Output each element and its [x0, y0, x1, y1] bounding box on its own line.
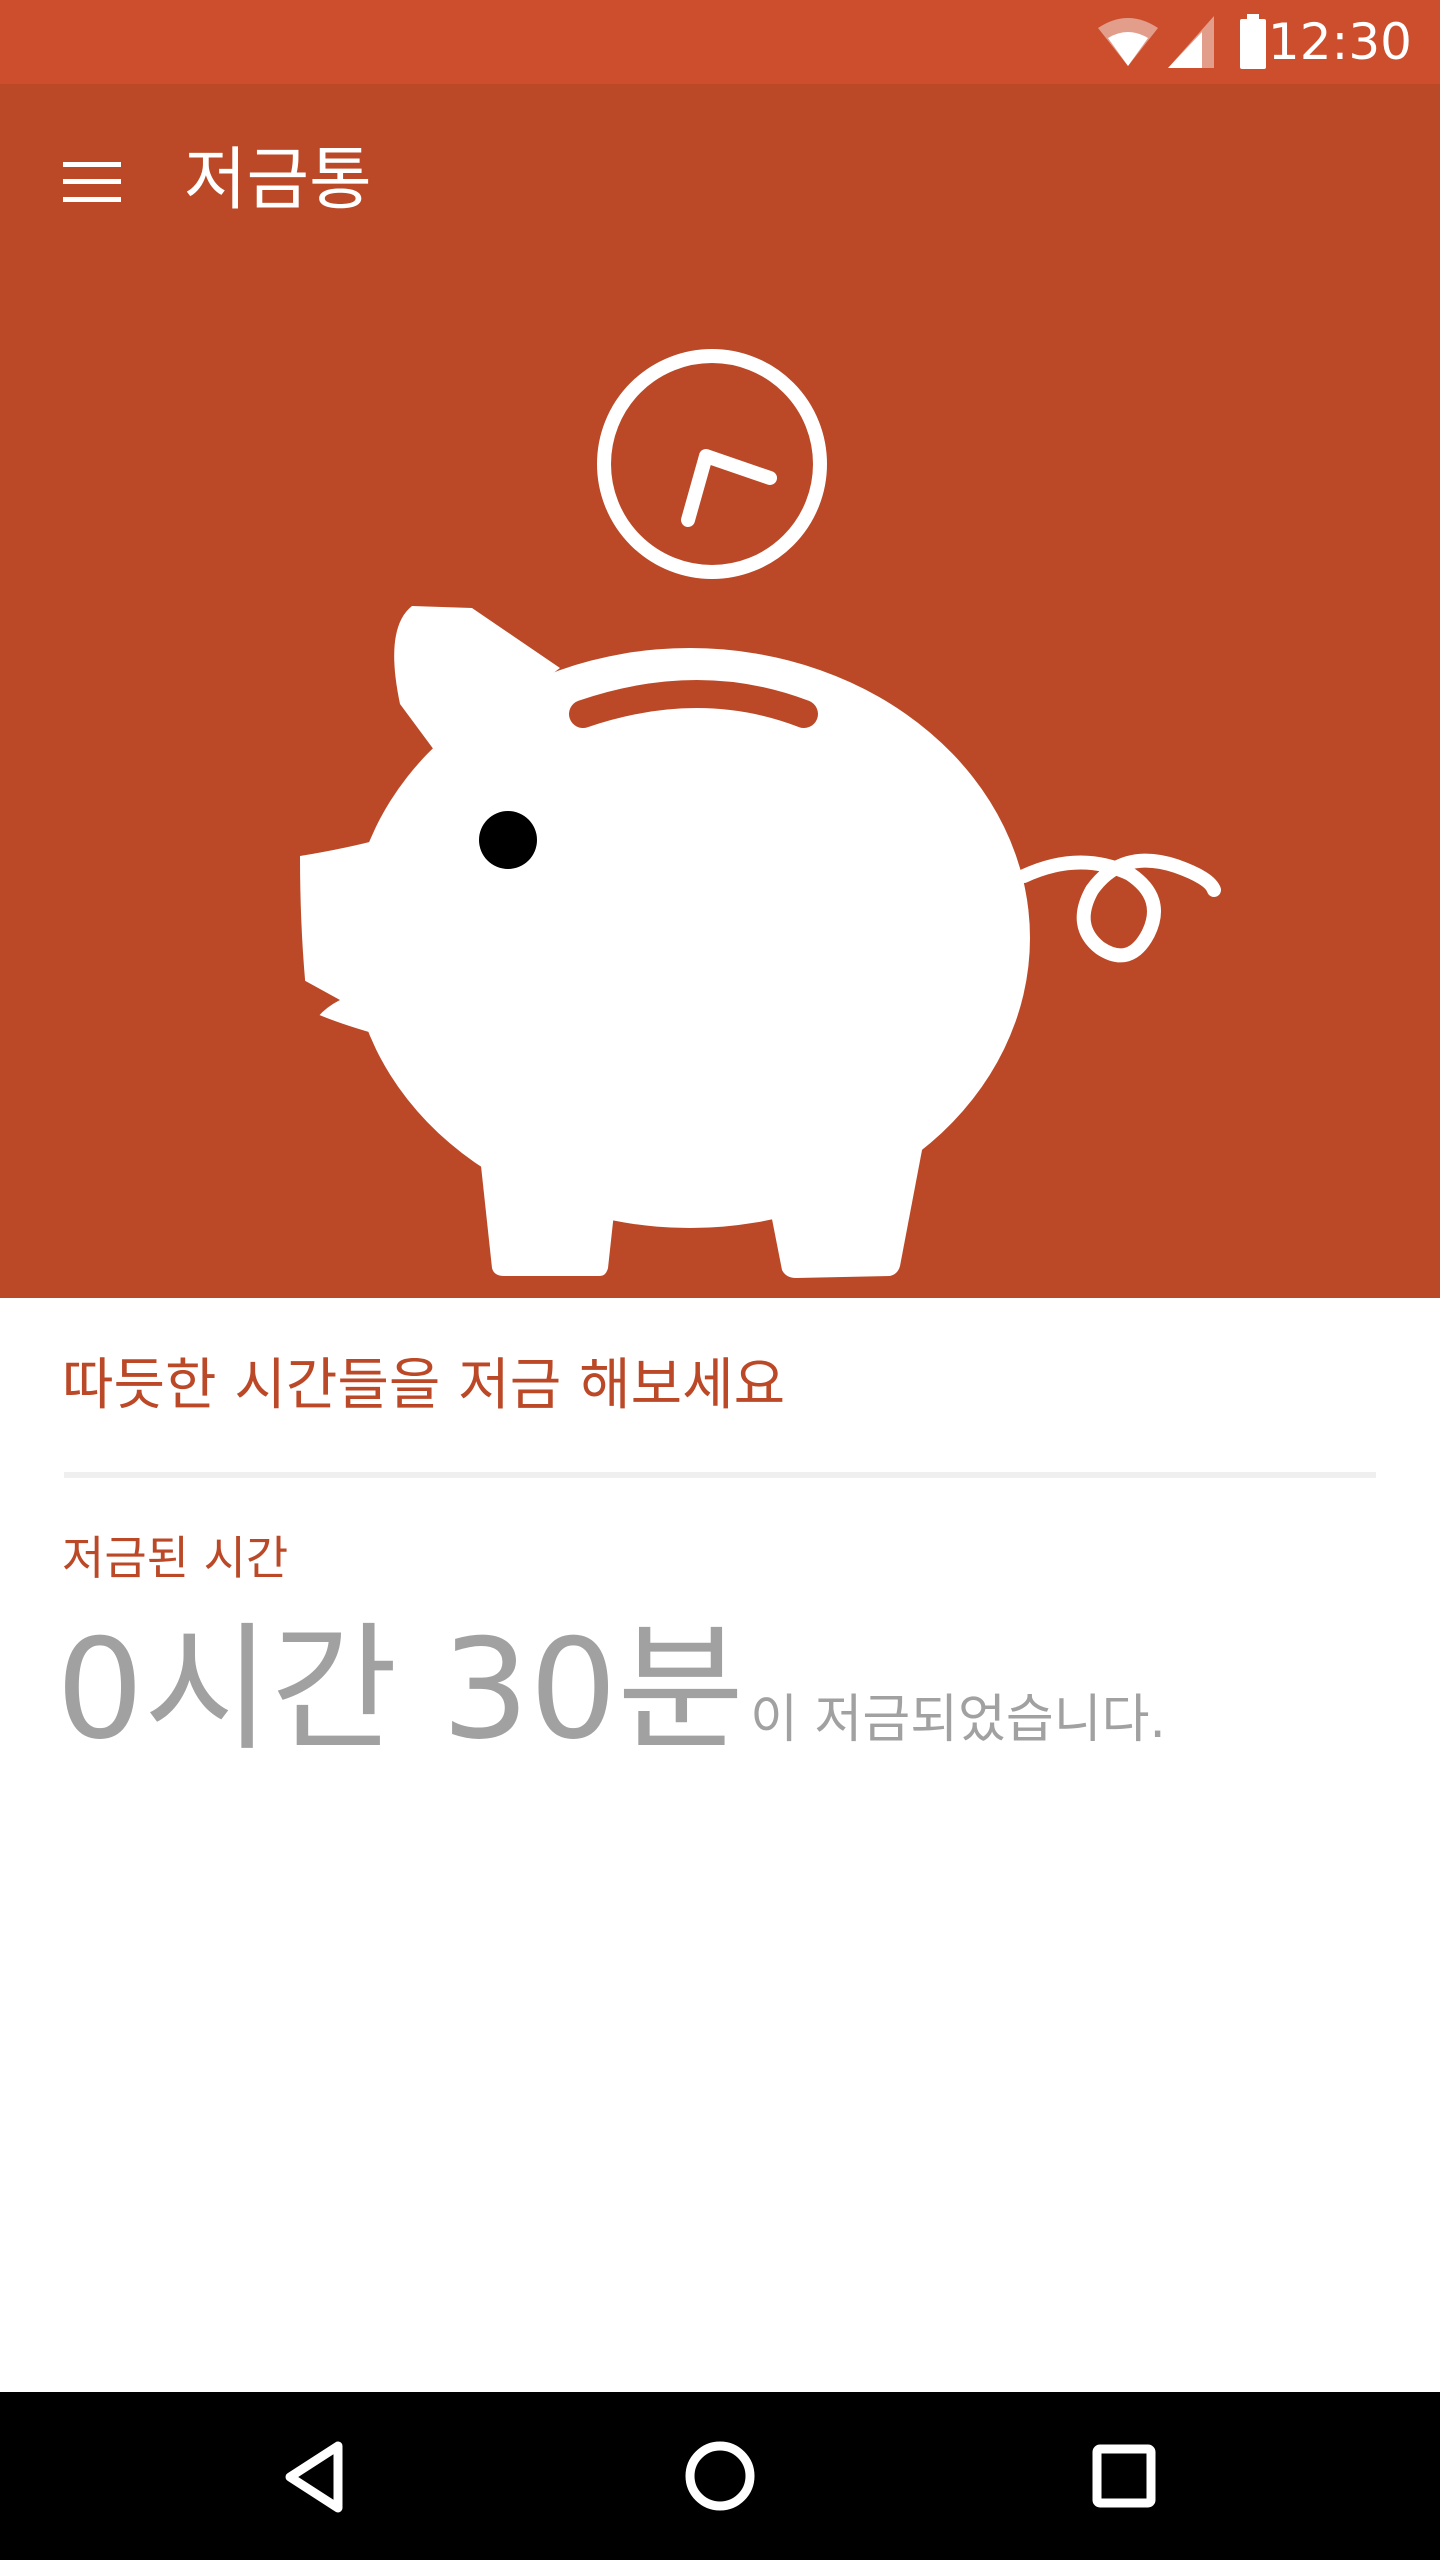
status-time: 12:30 — [1267, 13, 1412, 71]
clock-icon — [597, 349, 827, 579]
menu-icon — [63, 162, 121, 202]
menu-button[interactable] — [38, 128, 146, 236]
cellular-signal-icon — [1168, 16, 1214, 68]
navigation-bar — [0, 2392, 1440, 2560]
back-button[interactable] — [256, 2416, 376, 2536]
status-bar: 12:30 — [0, 0, 1440, 84]
home-button[interactable] — [660, 2416, 780, 2536]
prompt-text: 따듯한 시간들을 저금 해보세요 — [62, 1353, 786, 1418]
divider — [64, 1472, 1376, 1478]
app-title: 저금통 — [184, 141, 372, 220]
battery-icon — [1240, 14, 1266, 69]
piggy-bank-illustration — [290, 349, 1221, 1278]
back-icon — [285, 2441, 343, 2513]
home-icon — [685, 2441, 755, 2511]
saved-time-line: 0시간 30분 이 저금되었습니다. — [56, 1610, 1166, 1770]
wifi-icon — [1098, 18, 1158, 66]
recents-button[interactable] — [1064, 2416, 1184, 2536]
saved-time-label: 저금된 시간 — [62, 1531, 289, 1585]
recents-icon — [1092, 2444, 1156, 2508]
saved-time-value: 0시간 30분 — [56, 1609, 745, 1770]
piggy-icon — [290, 606, 1221, 1278]
saved-time-suffix: 이 저금되었습니다. — [750, 1690, 1166, 1750]
